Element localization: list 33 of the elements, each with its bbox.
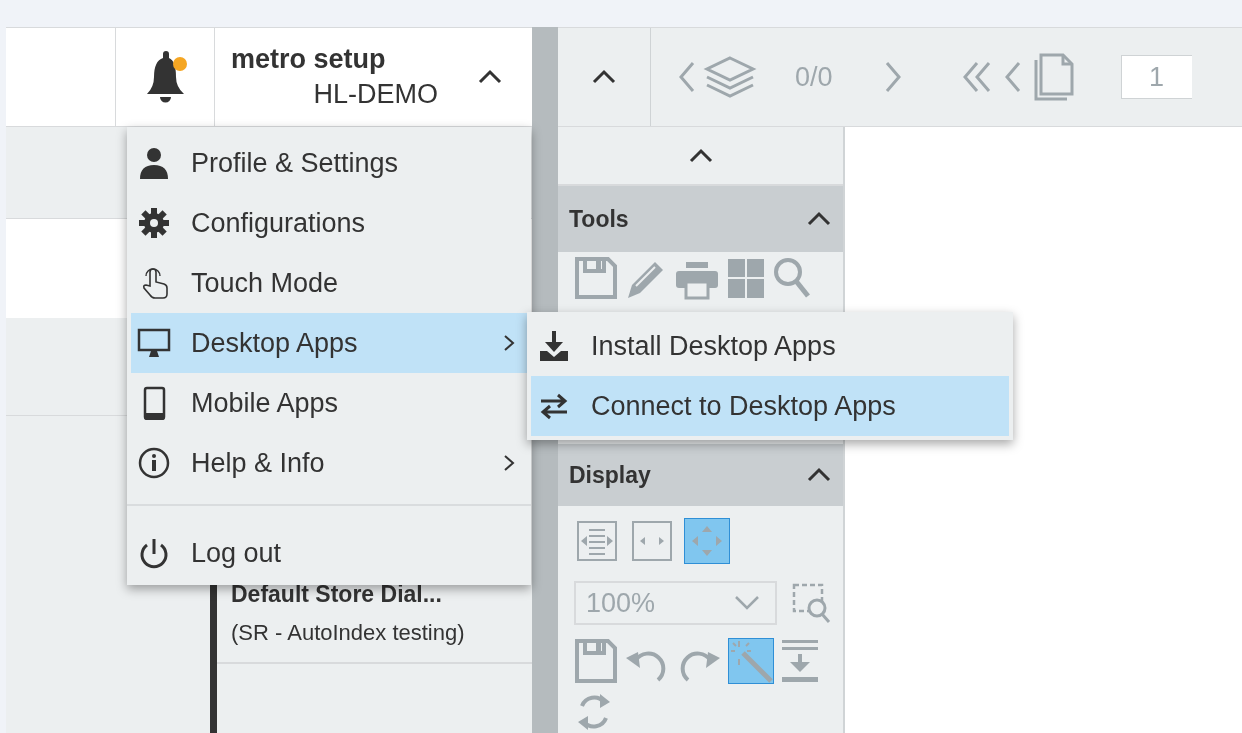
grid-icon xyxy=(726,256,766,300)
save-icon xyxy=(574,638,618,684)
fit-page-icon xyxy=(575,519,619,563)
section-title: Tools xyxy=(569,205,629,233)
save-icon xyxy=(574,256,618,300)
tools-header[interactable]: Tools xyxy=(558,186,843,252)
zoom-region-icon xyxy=(791,582,831,624)
fit-page-button[interactable] xyxy=(574,518,620,564)
magic-wand-button[interactable] xyxy=(728,638,774,684)
monitor-icon xyxy=(137,326,171,360)
menu-item[interactable]: Mobile Apps xyxy=(131,373,527,433)
info-icon xyxy=(137,446,171,480)
section-title: Display xyxy=(569,461,651,489)
magic-wand-icon xyxy=(729,639,773,683)
menu-item[interactable]: Desktop Apps xyxy=(131,313,527,373)
chevron-down-icon xyxy=(733,594,761,612)
menu-item[interactable]: Profile & Settings xyxy=(131,133,527,193)
person-icon xyxy=(137,146,171,180)
download-lines-icon xyxy=(780,638,820,684)
display-header[interactable]: Display xyxy=(558,444,843,506)
menu-item[interactable]: Configurations xyxy=(131,193,527,253)
layers-icon xyxy=(703,55,757,99)
fit-width-icon xyxy=(630,519,674,563)
menu-item[interactable]: Touch Mode xyxy=(131,253,527,313)
page-counter: 0/0 xyxy=(795,61,833,93)
fit-all-button[interactable] xyxy=(684,518,730,564)
menu-item[interactable]: Help & Info xyxy=(131,433,527,493)
download-icon xyxy=(537,329,571,363)
search-icon xyxy=(772,256,812,300)
settings-icon xyxy=(137,206,171,240)
menu-item[interactable]: Connect to Desktop Apps xyxy=(531,376,1009,436)
fit-width-button[interactable] xyxy=(629,518,675,564)
menu-item[interactable]: Install Desktop Apps xyxy=(531,316,1009,376)
